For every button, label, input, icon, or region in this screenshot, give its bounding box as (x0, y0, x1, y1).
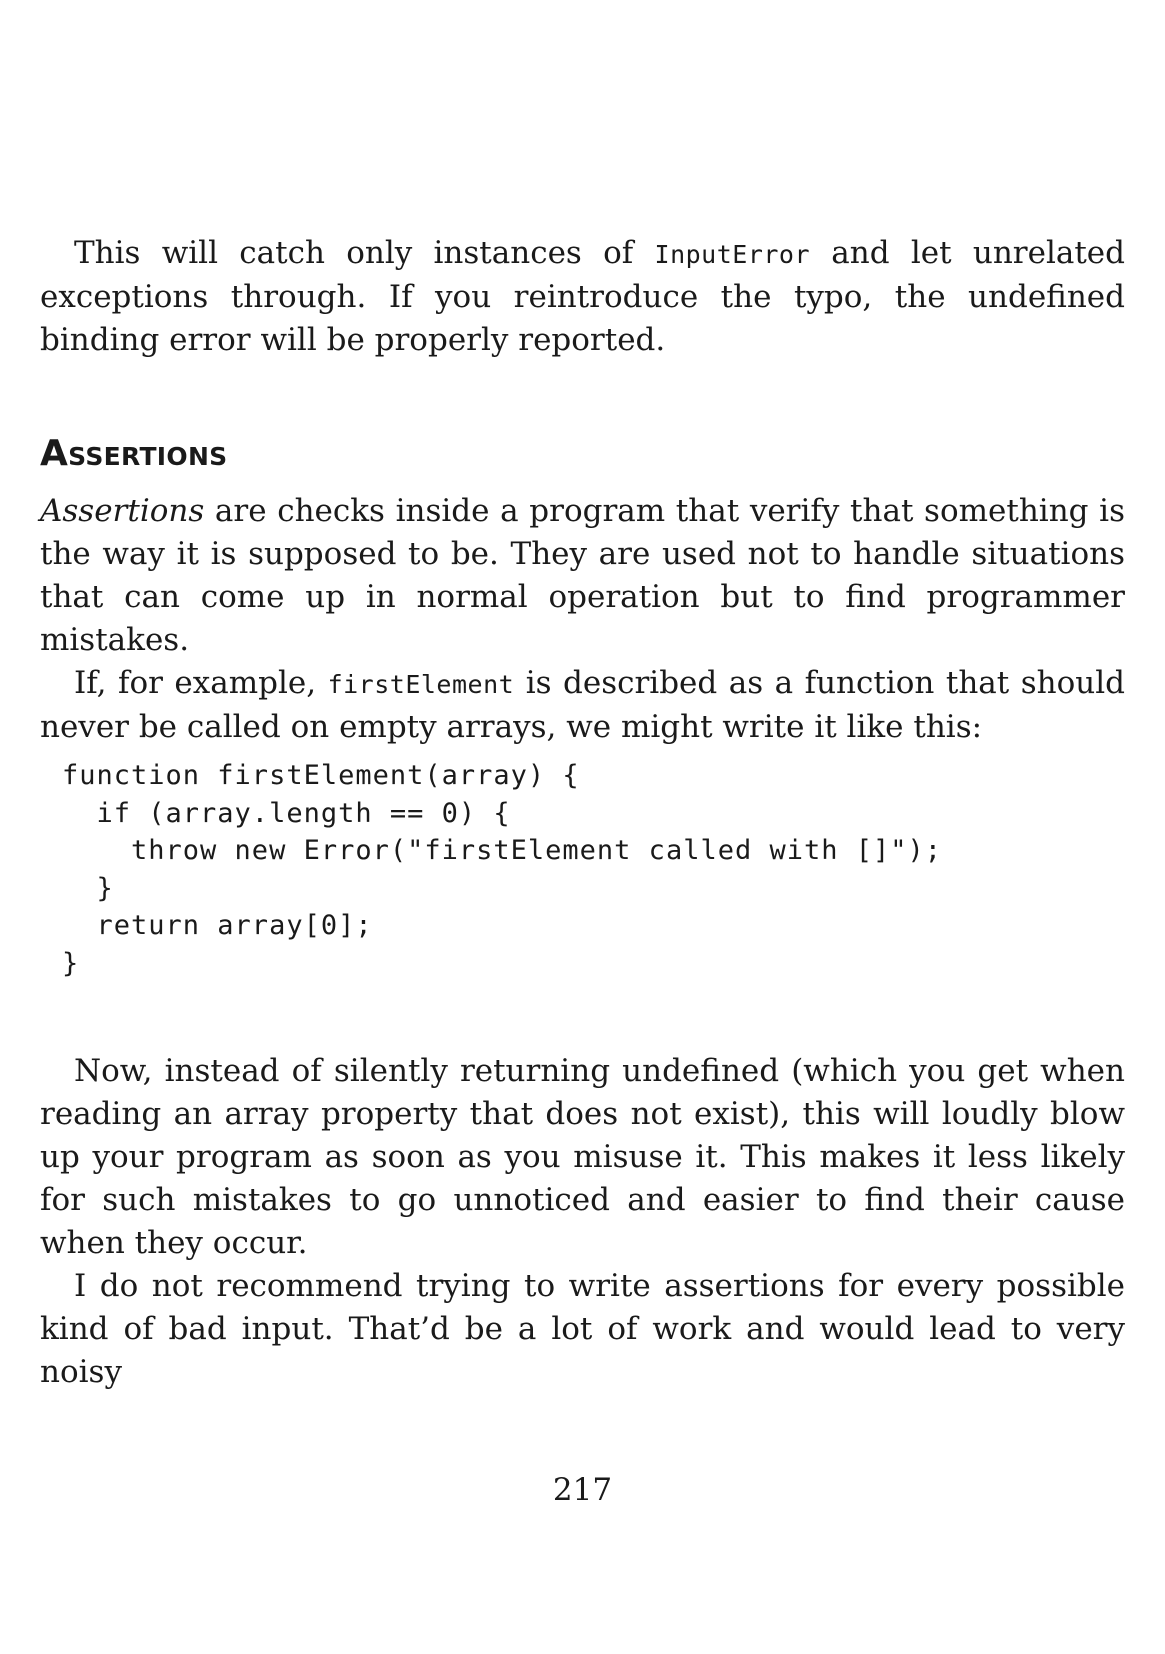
term-assertions: Assertions (40, 493, 205, 529)
inline-code-inputerror: InputError (654, 240, 811, 269)
inline-code-firstelement: firstElement (327, 670, 515, 699)
assertions-body: Assertions are checks inside a program t… (40, 490, 1125, 749)
paragraph-3-text-before: If, for example, (74, 665, 328, 701)
code-line: return array[0]; (62, 910, 373, 941)
page-number: 217 (552, 1472, 613, 1508)
code-line: if (array.length == 0) { (62, 797, 511, 829)
code-line: } (62, 872, 114, 904)
paragraph-1-text-before: This will catch only instances of (74, 235, 655, 271)
code-line: function firstElement(array) { (62, 760, 580, 791)
assertions-discussion: Now, instead of silently returning undef… (40, 1050, 1125, 1394)
paragraph-inputerror: This will catch only instances of InputE… (40, 232, 1125, 362)
code-block-firstelement: function firstElement(array) { if (array… (62, 757, 942, 982)
paragraph-2: Assertions are checks inside a program t… (40, 490, 1125, 662)
book-page: This will catch only instances of InputE… (0, 0, 1165, 1654)
code-line: } (62, 947, 80, 979)
paragraph-5: I do not recommend trying to write asser… (40, 1268, 1125, 1390)
section-heading-assertions: Assertions (40, 433, 228, 474)
paragraph-4: Now, instead of silently returning undef… (40, 1053, 1125, 1261)
paragraph-3: If, for example, firstElement is describ… (40, 662, 1125, 749)
paragraph-1: This will catch only instances of InputE… (40, 232, 1125, 362)
code-line: throw new Error("firstElement called wit… (62, 835, 943, 866)
